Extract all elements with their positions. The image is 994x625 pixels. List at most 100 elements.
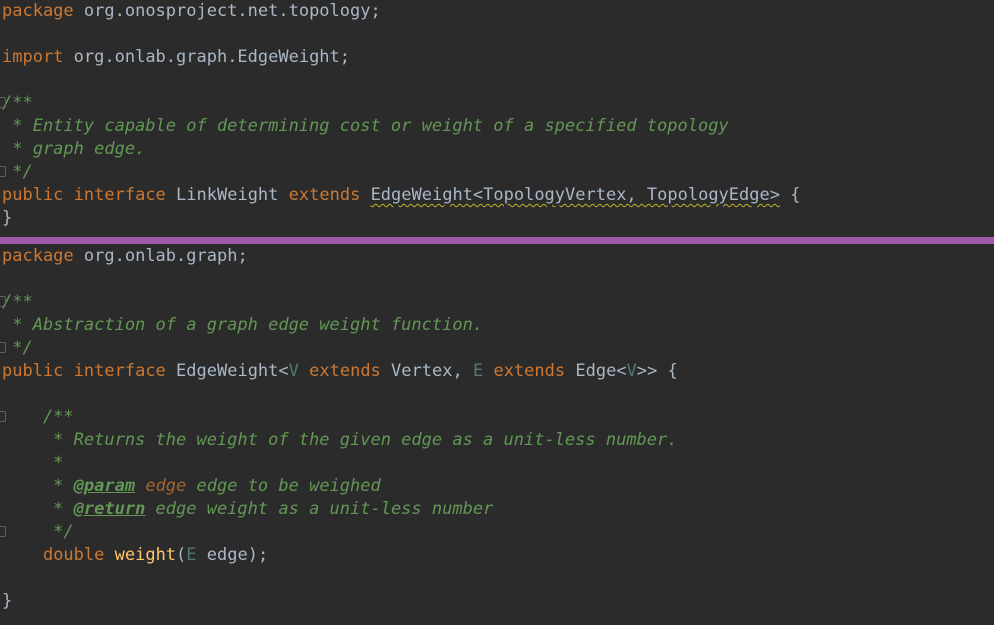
code-line[interactable]: * [0,452,994,475]
code-fold-marker-icon[interactable] [0,166,6,177]
code-line[interactable]: /** [0,92,994,115]
code-line[interactable]: * graph edge. [0,138,994,161]
code-line[interactable]: public interface EdgeWeight<V extends Ve… [0,360,994,383]
code-line[interactable]: public interface LinkWeight extends Edge… [0,184,994,207]
code-token: { [779,185,801,205]
code-token: extends [288,185,361,205]
code-token: package [2,1,74,21]
code-token: EdgeWeight<TopologyVertex, TopologyEdge> [370,185,780,205]
code-line[interactable]: double weight(E edge); [0,544,994,567]
code-token: Vertex [391,361,453,381]
code-token: LinkWeight [176,185,279,205]
code-line[interactable]: * Entity capable of determining cost or … [0,115,994,138]
code-token: * Entity capable of determining cost or … [2,116,729,136]
code-token: */ [2,522,74,542]
code-token: interface [73,185,166,205]
code-token: org.onosproject.net.topology [83,1,371,21]
code-token: * [2,499,74,519]
code-line[interactable] [0,268,994,291]
code-token: public [2,361,64,381]
code-token: @param [73,476,136,496]
code-line[interactable] [0,567,994,590]
editor-pane-bottom[interactable]: package org.onlab.graph; /** * Abstracti… [0,245,994,625]
code-token: /** [2,93,33,113]
code-token: @return [73,499,146,519]
code-line[interactable]: * @return edge weight as a unit-less num… [0,498,994,521]
code-token: public [2,185,64,205]
code-line[interactable]: package org.onosproject.net.topology; [0,0,994,23]
code-token: V [288,361,299,381]
editor-pane-top[interactable]: package org.onosproject.net.topology; im… [0,0,994,237]
code-token: interface [73,361,166,381]
code-line[interactable]: * @param edge edge to be weighed [0,475,994,498]
code-token: */ [2,338,33,358]
code-token: package [2,246,74,266]
code-token: ); [247,545,269,565]
code-token: } [2,208,13,228]
code-line[interactable] [0,69,994,92]
code-line[interactable]: } [0,590,994,613]
code-token: Edge< [575,361,627,381]
code-token: EdgeWeight< [176,361,289,381]
code-token: extends [309,361,381,381]
code-token: edge weight as a unit-less number [145,499,494,519]
code-line[interactable] [0,23,994,46]
code-token: import [2,47,64,67]
code-token: weight [114,545,177,565]
code-token: * graph edge. [2,139,146,159]
pane-divider[interactable] [0,237,994,244]
code-token: edge [145,476,187,496]
code-token: ; [370,1,381,21]
code-token: extends [493,361,566,381]
code-token: * Returns the weight of the given edge a… [2,430,678,450]
code-token: V [626,361,637,381]
code-token: >> { [636,361,678,381]
code-line[interactable]: import org.onlab.graph.EdgeWeight; [0,46,994,69]
code-token: * [2,476,74,496]
code-line[interactable]: */ [0,521,994,544]
code-token: double [42,545,105,565]
code-token: edge [206,545,248,565]
code-line[interactable]: */ [0,161,994,184]
code-token: E [186,545,197,565]
code-fold-marker-icon[interactable] [0,411,6,422]
code-line[interactable]: /** [0,406,994,429]
code-token: ; [339,47,351,67]
code-token: * Abstraction of a graph edge weight fun… [2,315,484,335]
code-token: edge to be weighed [186,476,381,496]
code-line[interactable]: * Abstraction of a graph edge weight fun… [0,314,994,337]
code-line[interactable]: /** [0,291,994,314]
code-token: * [2,453,64,473]
code-line[interactable]: * Returns the weight of the given edge a… [0,429,994,452]
code-line[interactable]: package org.onlab.graph; [0,245,994,268]
code-token: } [2,591,13,611]
code-token: org.onlab.graph [83,246,238,266]
code-token: ( [176,545,187,565]
code-fold-marker-icon[interactable] [0,296,6,307]
code-line[interactable]: } [0,207,994,230]
code-fold-marker-icon[interactable] [0,526,6,537]
code-line[interactable]: */ [0,337,994,360]
code-fold-marker-icon[interactable] [0,342,6,353]
code-token: */ [2,162,33,182]
code-fold-marker-icon[interactable] [0,97,6,108]
code-line[interactable] [0,383,994,406]
split-code-editor[interactable]: package org.onosproject.net.topology; im… [0,0,994,625]
code-token: /** [2,407,74,427]
code-token: org.onlab.graph.EdgeWeight [73,47,340,67]
